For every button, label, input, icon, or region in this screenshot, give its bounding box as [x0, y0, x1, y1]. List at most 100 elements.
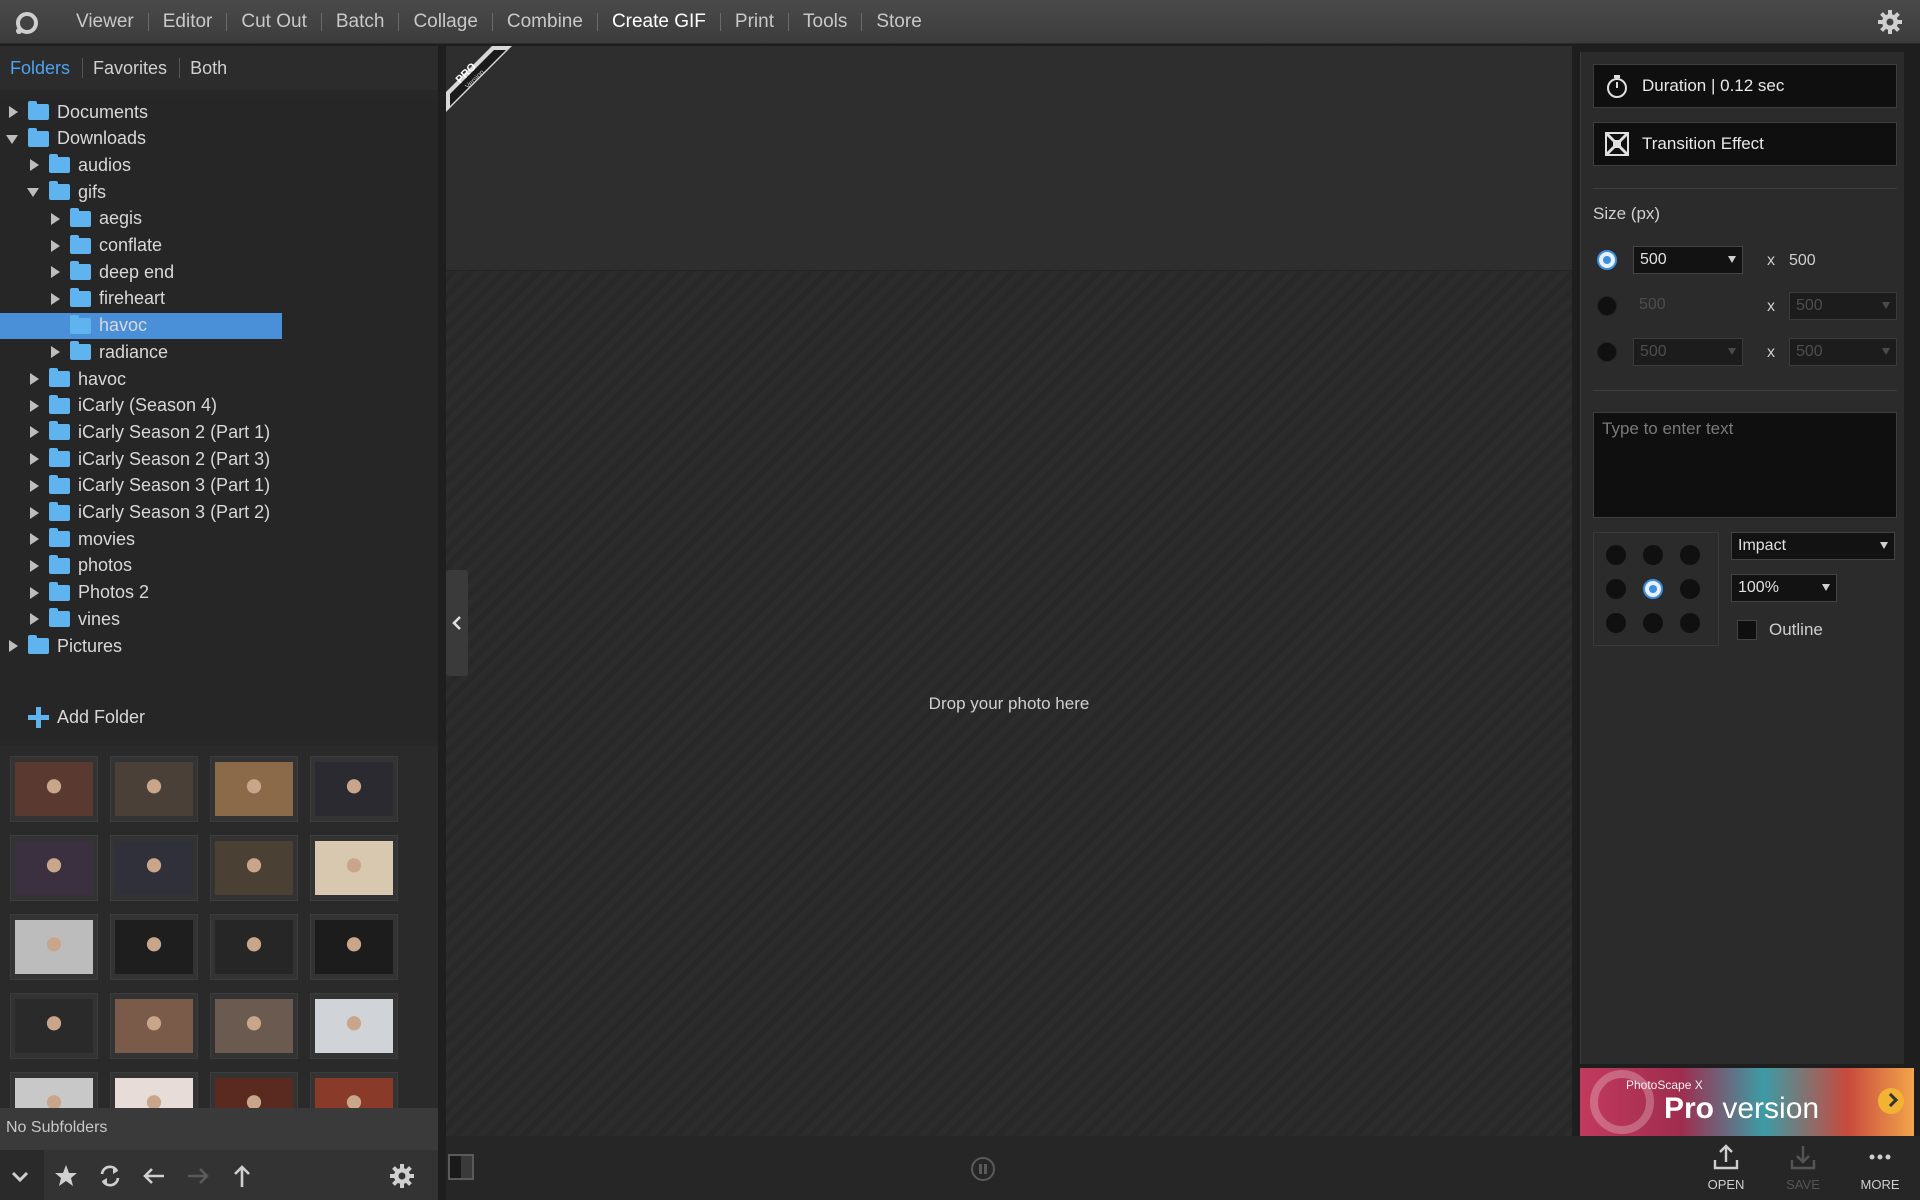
- menu-item-combine[interactable]: Combine: [493, 11, 597, 33]
- menu-item-viewer[interactable]: Viewer: [62, 11, 148, 33]
- size-option-1-radio[interactable]: [1597, 250, 1617, 270]
- expand-arrow-right-icon[interactable]: [6, 105, 20, 119]
- tab-folders[interactable]: Folders: [0, 58, 82, 79]
- folder-tree-item[interactable]: iCarly (Season 4): [27, 393, 217, 419]
- pause-icon[interactable]: [970, 1156, 996, 1182]
- expand-arrow-right-icon[interactable]: [27, 399, 41, 413]
- back-arrow-icon[interactable]: [140, 1162, 168, 1190]
- folder-tree-item[interactable]: gifs: [27, 179, 106, 205]
- folder-tree-item[interactable]: iCarly Season 3 (Part 1): [27, 473, 270, 499]
- settings-gear-icon[interactable]: [1876, 8, 1904, 36]
- folder-tree-item[interactable]: deep end: [48, 259, 174, 285]
- photo-thumbnail[interactable]: [310, 914, 398, 980]
- photo-thumbnail[interactable]: [310, 756, 398, 822]
- folder-tree-item[interactable]: Pictures: [6, 633, 122, 659]
- photo-thumbnail[interactable]: [10, 914, 98, 980]
- folder-tree-item[interactable]: photos: [27, 553, 132, 579]
- frames-strip[interactable]: [446, 46, 1572, 271]
- menu-item-collage[interactable]: Collage: [399, 11, 491, 33]
- expand-arrow-right-icon[interactable]: [48, 265, 62, 279]
- expand-arrow-right-icon[interactable]: [27, 532, 41, 546]
- photo-thumbnail[interactable]: [10, 835, 98, 901]
- expand-arrow-right-icon[interactable]: [27, 452, 41, 466]
- photo-thumbnail[interactable]: [310, 835, 398, 901]
- photoscape-logo-icon[interactable]: [14, 10, 40, 36]
- menu-item-store[interactable]: Store: [862, 11, 935, 33]
- expand-arrow-right-icon[interactable]: [48, 212, 62, 226]
- folder-settings-gear-icon[interactable]: [388, 1162, 416, 1190]
- font-select[interactable]: Impact: [1731, 532, 1895, 560]
- tab-both[interactable]: Both: [180, 58, 239, 79]
- expand-arrow-right-icon[interactable]: [6, 639, 20, 653]
- menu-item-create-gif[interactable]: Create GIF: [598, 11, 720, 33]
- size-width-select-1[interactable]: 500: [1633, 246, 1743, 274]
- gif-canvas-area[interactable]: PRO Version Drop your photo here: [446, 46, 1572, 1136]
- size-width-input-2[interactable]: 500: [1633, 292, 1743, 320]
- folder-tree-item[interactable]: aegis: [48, 206, 142, 232]
- folder-tree-item[interactable]: iCarly Season 2 (Part 3): [27, 446, 270, 472]
- size-width-select-3[interactable]: 500: [1633, 338, 1743, 366]
- pro-version-ad-banner[interactable]: PhotoScape X Pro version: [1580, 1068, 1914, 1136]
- menu-item-cut-out[interactable]: Cut Out: [227, 11, 320, 33]
- chevron-down-icon[interactable]: [6, 1162, 34, 1190]
- folder-tree-item[interactable]: Downloads: [6, 126, 146, 152]
- expand-arrow-right-icon[interactable]: [27, 586, 41, 600]
- folder-tree-item[interactable]: movies: [27, 526, 135, 552]
- photo-thumbnail[interactable]: [10, 993, 98, 1059]
- expand-arrow-right-icon[interactable]: [27, 479, 41, 493]
- text-position-top-center-radio[interactable]: [1643, 545, 1663, 565]
- font-size-select[interactable]: 100%: [1731, 574, 1837, 602]
- gif-text-input[interactable]: Type to enter text: [1593, 412, 1897, 518]
- photo-thumbnail[interactable]: [110, 756, 198, 822]
- photo-thumbnail[interactable]: [210, 914, 298, 980]
- open-button[interactable]: OPEN: [1696, 1140, 1756, 1192]
- photo-thumbnail[interactable]: [310, 993, 398, 1059]
- photo-thumbnail[interactable]: [110, 914, 198, 980]
- tab-favorites[interactable]: Favorites: [83, 58, 179, 79]
- text-position-bottom-right-radio[interactable]: [1680, 613, 1700, 633]
- folder-tree-item[interactable]: conflate: [48, 233, 162, 259]
- expand-arrow-right-icon[interactable]: [27, 559, 41, 573]
- folder-tree-item[interactable]: havoc: [0, 312, 282, 339]
- frame-toggle-icon[interactable]: [448, 1154, 474, 1180]
- folder-tree-item[interactable]: radiance: [48, 339, 168, 365]
- size-height-select-2[interactable]: 500: [1789, 292, 1897, 320]
- duration-button[interactable]: Duration | 0.12 sec: [1593, 64, 1897, 108]
- folder-tree-item[interactable]: Documents: [6, 99, 148, 125]
- up-arrow-icon[interactable]: [228, 1162, 256, 1190]
- size-option-2-radio[interactable]: [1597, 296, 1617, 316]
- text-position-top-right-radio[interactable]: [1680, 545, 1700, 565]
- text-position-middle-right-radio[interactable]: [1680, 579, 1700, 599]
- photo-thumbnail[interactable]: [210, 835, 298, 901]
- photo-thumbnail[interactable]: [110, 993, 198, 1059]
- photo-thumbnail[interactable]: [10, 756, 98, 822]
- size-option-3-radio[interactable]: [1597, 342, 1617, 362]
- collapse-panel-button[interactable]: [446, 570, 468, 676]
- ad-arrow-button[interactable]: [1878, 1088, 1904, 1114]
- folder-tree-item[interactable]: havoc: [27, 366, 126, 392]
- text-position-middle-left-radio[interactable]: [1606, 579, 1626, 599]
- text-position-bottom-left-radio[interactable]: [1606, 613, 1626, 633]
- text-position-bottom-center-radio[interactable]: [1643, 613, 1663, 633]
- text-position-center-radio[interactable]: [1643, 579, 1663, 599]
- refresh-icon[interactable]: [96, 1162, 124, 1190]
- folder-tree-item[interactable]: Photos 2: [27, 580, 149, 606]
- transition-effect-button[interactable]: Transition Effect: [1593, 122, 1897, 166]
- expand-arrow-down-icon[interactable]: [27, 185, 41, 199]
- menu-item-tools[interactable]: Tools: [789, 11, 861, 33]
- expand-arrow-down-icon[interactable]: [6, 132, 20, 146]
- folder-tree-item[interactable]: audios: [27, 152, 131, 178]
- forward-arrow-icon[interactable]: [184, 1162, 212, 1190]
- add-folder-button[interactable]: Add Folder: [20, 704, 145, 730]
- expand-arrow-right-icon[interactable]: [27, 425, 41, 439]
- expand-arrow-right-icon[interactable]: [27, 158, 41, 172]
- menu-item-print[interactable]: Print: [721, 11, 788, 33]
- outline-checkbox[interactable]: [1737, 620, 1757, 640]
- expand-arrow-right-icon[interactable]: [27, 372, 41, 386]
- save-button[interactable]: SAVE: [1773, 1140, 1833, 1192]
- menu-item-batch[interactable]: Batch: [322, 11, 399, 33]
- folder-tree-item[interactable]: iCarly Season 3 (Part 2): [27, 500, 270, 526]
- star-icon[interactable]: [52, 1162, 80, 1190]
- expand-arrow-right-icon[interactable]: [27, 612, 41, 626]
- photo-thumbnail[interactable]: [210, 993, 298, 1059]
